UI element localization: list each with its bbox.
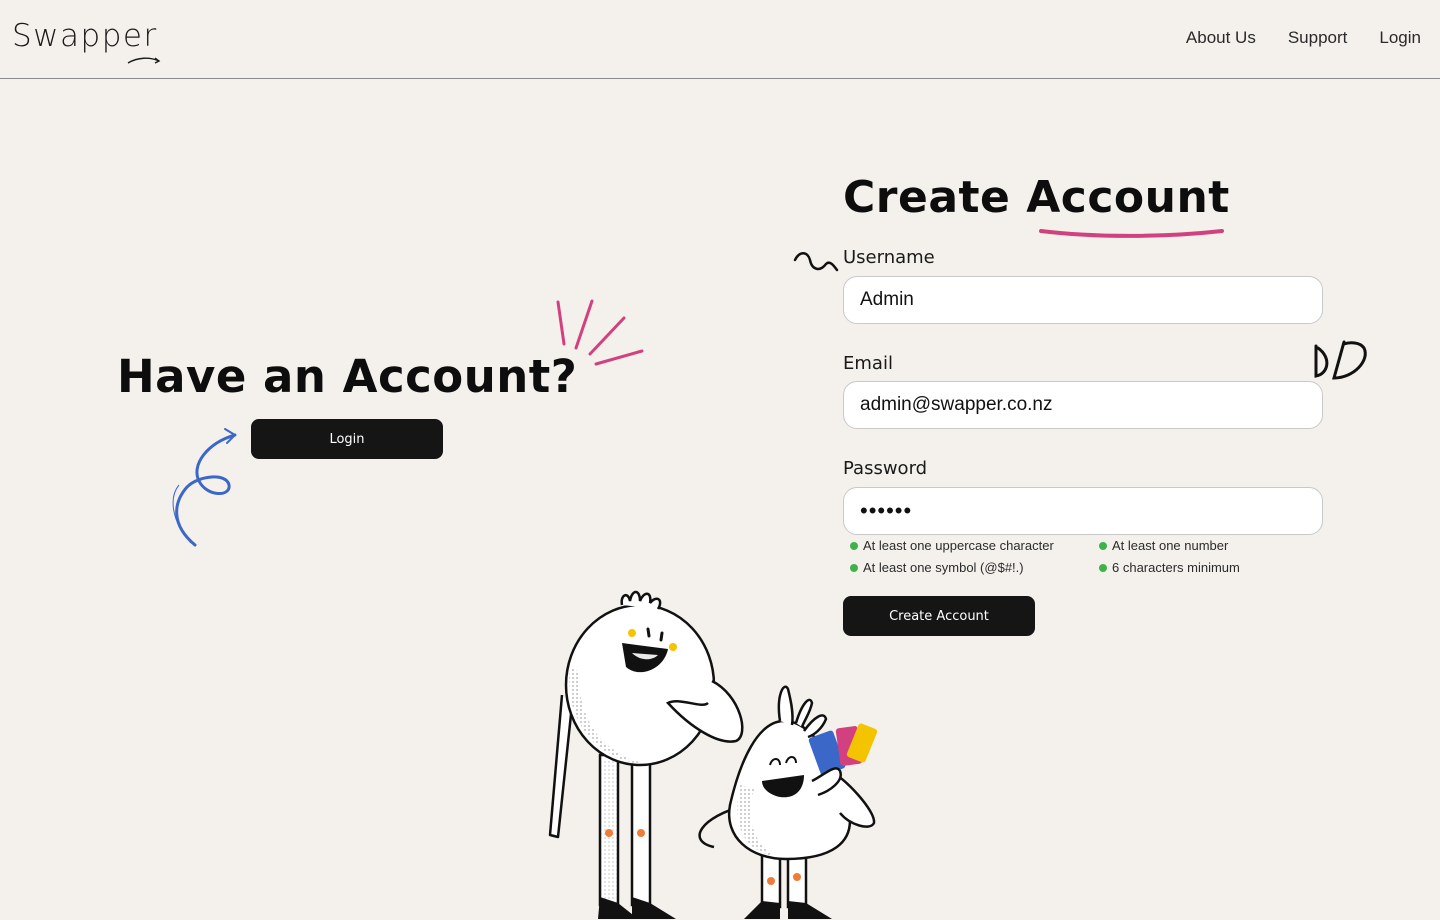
title-underline <box>1039 229 1224 238</box>
logo-swoosh-icon <box>127 57 161 64</box>
doodle-dd-icon <box>1314 340 1367 380</box>
logo[interactable]: Swapper <box>12 18 158 54</box>
username-input[interactable] <box>843 276 1323 324</box>
tall-character <box>548 590 744 919</box>
characters-illustration <box>548 590 878 919</box>
site-header: Swapper About Us Support Login <box>0 0 1440 79</box>
email-label: Email <box>843 353 893 374</box>
nav-support[interactable]: Support <box>1288 28 1348 48</box>
nav-login[interactable]: Login <box>1379 28 1421 48</box>
rule-length: 6 characters minimum <box>1099 560 1240 575</box>
rule-uppercase: At least one uppercase character <box>850 538 1054 553</box>
check-dot-icon <box>1099 563 1107 572</box>
username-label: Username <box>843 247 935 268</box>
top-nav: About Us Support Login <box>1186 28 1421 48</box>
nav-about-us[interactable]: About Us <box>1186 28 1256 48</box>
rule-number: At least one number <box>1099 538 1228 553</box>
password-input[interactable] <box>843 487 1323 535</box>
check-dot-icon <box>1099 541 1107 550</box>
rule-symbol: At least one symbol (@$#!.) <box>850 560 1024 575</box>
password-label: Password <box>843 458 928 479</box>
squiggle-icon <box>793 252 839 272</box>
burst-lines-icon <box>556 299 644 366</box>
have-account-title: Have an Account? <box>117 350 578 403</box>
create-account-title: Create Account <box>843 172 1230 223</box>
check-dot-icon <box>850 563 858 572</box>
check-dot-icon <box>850 541 858 550</box>
curly-arrow-icon <box>172 428 237 547</box>
login-button[interactable]: Login <box>251 419 443 459</box>
email-input[interactable] <box>843 381 1323 429</box>
